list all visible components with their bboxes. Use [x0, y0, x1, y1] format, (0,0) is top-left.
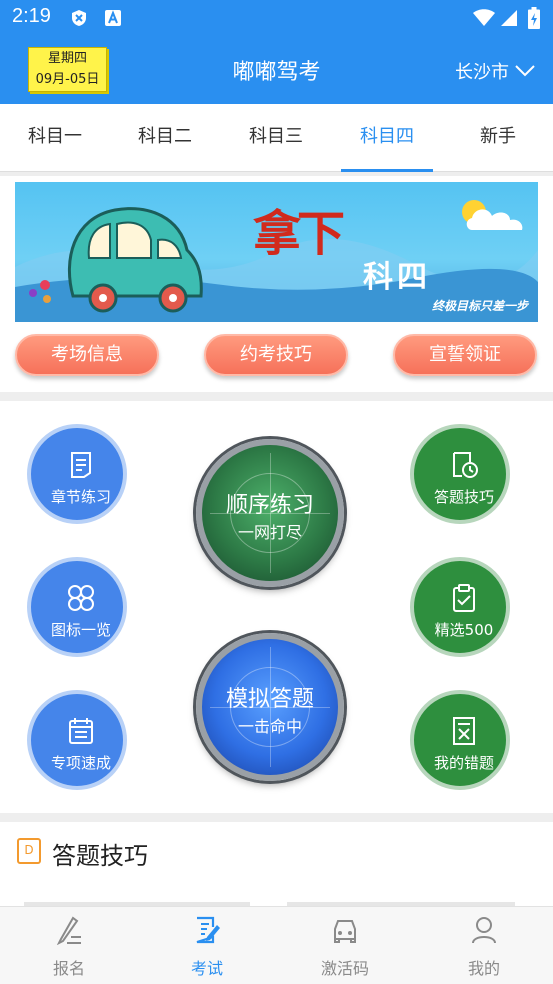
icon-overview-label: 图标一览	[50, 621, 111, 639]
mock-exam-title: 模拟答题	[225, 687, 314, 712]
mock-exam-button[interactable]: 模拟答题 一击命中	[196, 633, 344, 781]
nav-exam[interactable]: 考试	[138, 907, 276, 984]
car-icon	[67, 207, 203, 313]
selected-500-button[interactable]: 精选500	[410, 557, 510, 657]
bottom-nav: 报名 考试 激活码 我的	[0, 906, 553, 984]
my-mistakes-label: 我的错题	[433, 754, 494, 772]
clipboard-check-icon	[453, 584, 475, 612]
battery-icon	[528, 7, 540, 29]
nav-signup-label: 报名	[52, 959, 85, 978]
clover-icon	[68, 585, 94, 611]
oath-license-button[interactable]: 宣誓领证	[393, 334, 537, 376]
tab-subject-1[interactable]: 科目一	[0, 104, 110, 172]
tips-section-title: 答题技巧	[52, 842, 148, 870]
calendar-list-icon	[69, 718, 93, 744]
active-tab-indicator	[341, 169, 433, 172]
font-icon	[105, 10, 121, 26]
answer-tips-label: 答题技巧	[433, 488, 494, 506]
selected-500-label: 精选500	[434, 621, 494, 639]
practice-grid: 章节练习 图标一览 专项速成 答题技巧 精选500 我的错题 顺序练习 一网打尽…	[0, 401, 553, 813]
date-label: 09月-05日	[35, 72, 100, 87]
error-document-icon	[453, 717, 475, 745]
nav-exam-label: 考试	[190, 959, 223, 978]
signal-icon	[501, 10, 517, 26]
car-front-icon	[334, 920, 356, 943]
nav-activation[interactable]: 激活码	[276, 907, 414, 984]
mock-exam-subtitle: 一击命中	[237, 717, 302, 736]
answer-tips-button[interactable]: 答题技巧	[410, 424, 510, 524]
nav-profile[interactable]: 我的	[415, 907, 553, 984]
subject-tabs: 科目一 科目二 科目三 科目四 新手	[0, 104, 553, 172]
my-mistakes-button[interactable]: 我的错题	[410, 690, 510, 790]
app-header: 星期四 09月-05日 嘟嘟驾考 长沙市	[0, 36, 553, 104]
shield-icon	[72, 10, 86, 26]
tab-subject-2[interactable]: 科目二	[110, 104, 220, 172]
sequential-practice-button[interactable]: 顺序练习 一网打尽	[196, 439, 344, 587]
nav-activation-label: 激活码	[320, 959, 369, 978]
clock-document-icon	[453, 452, 478, 478]
wifi-icon	[473, 9, 495, 26]
sun-cloud-icon	[462, 200, 523, 230]
edit-document-icon	[196, 916, 220, 944]
city-label: 长沙市	[455, 62, 509, 83]
document-icon	[71, 452, 91, 478]
chapter-practice-button[interactable]: 章节练习	[27, 424, 127, 524]
nav-profile-label: 我的	[467, 959, 500, 978]
weekday-label: 星期四	[47, 51, 87, 66]
paint-splash-icon	[29, 280, 51, 303]
icon-overview-button[interactable]: 图标一览	[27, 557, 127, 657]
exam-site-info-button[interactable]: 考场信息	[15, 334, 159, 376]
book-icon: D	[17, 838, 41, 864]
nav-signup[interactable]: 报名	[0, 907, 138, 984]
banner-subtitle: 科四	[363, 260, 431, 295]
pen-icon	[56, 916, 81, 945]
city-selector[interactable]: 长沙市	[455, 58, 535, 84]
chapter-practice-label: 章节练习	[50, 488, 111, 506]
date-badge[interactable]: 星期四 09月-05日	[28, 47, 107, 92]
banner-slogan: 终极目标只差一步	[431, 299, 528, 313]
booking-tips-button[interactable]: 约考技巧	[204, 334, 348, 376]
banner-section: 拿下 科四 终极目标只差一步 考场信息 约考技巧 宣誓领证	[0, 176, 553, 392]
special-training-button[interactable]: 专项速成	[27, 690, 127, 790]
banner-title: 拿下	[253, 206, 345, 262]
status-time: 2:19	[12, 5, 51, 27]
tab-subject-4[interactable]: 科目四	[332, 104, 442, 172]
promo-banner[interactable]: 拿下 科四 终极目标只差一步	[15, 182, 538, 322]
chevron-down-icon	[515, 65, 535, 77]
sequential-practice-subtitle: 一网打尽	[237, 523, 302, 542]
sequential-practice-title: 顺序练习	[225, 493, 314, 518]
special-training-label: 专项速成	[50, 754, 111, 772]
tab-beginner[interactable]: 新手	[443, 104, 553, 172]
status-bar: 2:19	[0, 0, 553, 36]
tab-subject-3[interactable]: 科目三	[221, 104, 331, 172]
tips-section: D 答题技巧	[0, 822, 553, 912]
user-icon	[472, 917, 496, 944]
